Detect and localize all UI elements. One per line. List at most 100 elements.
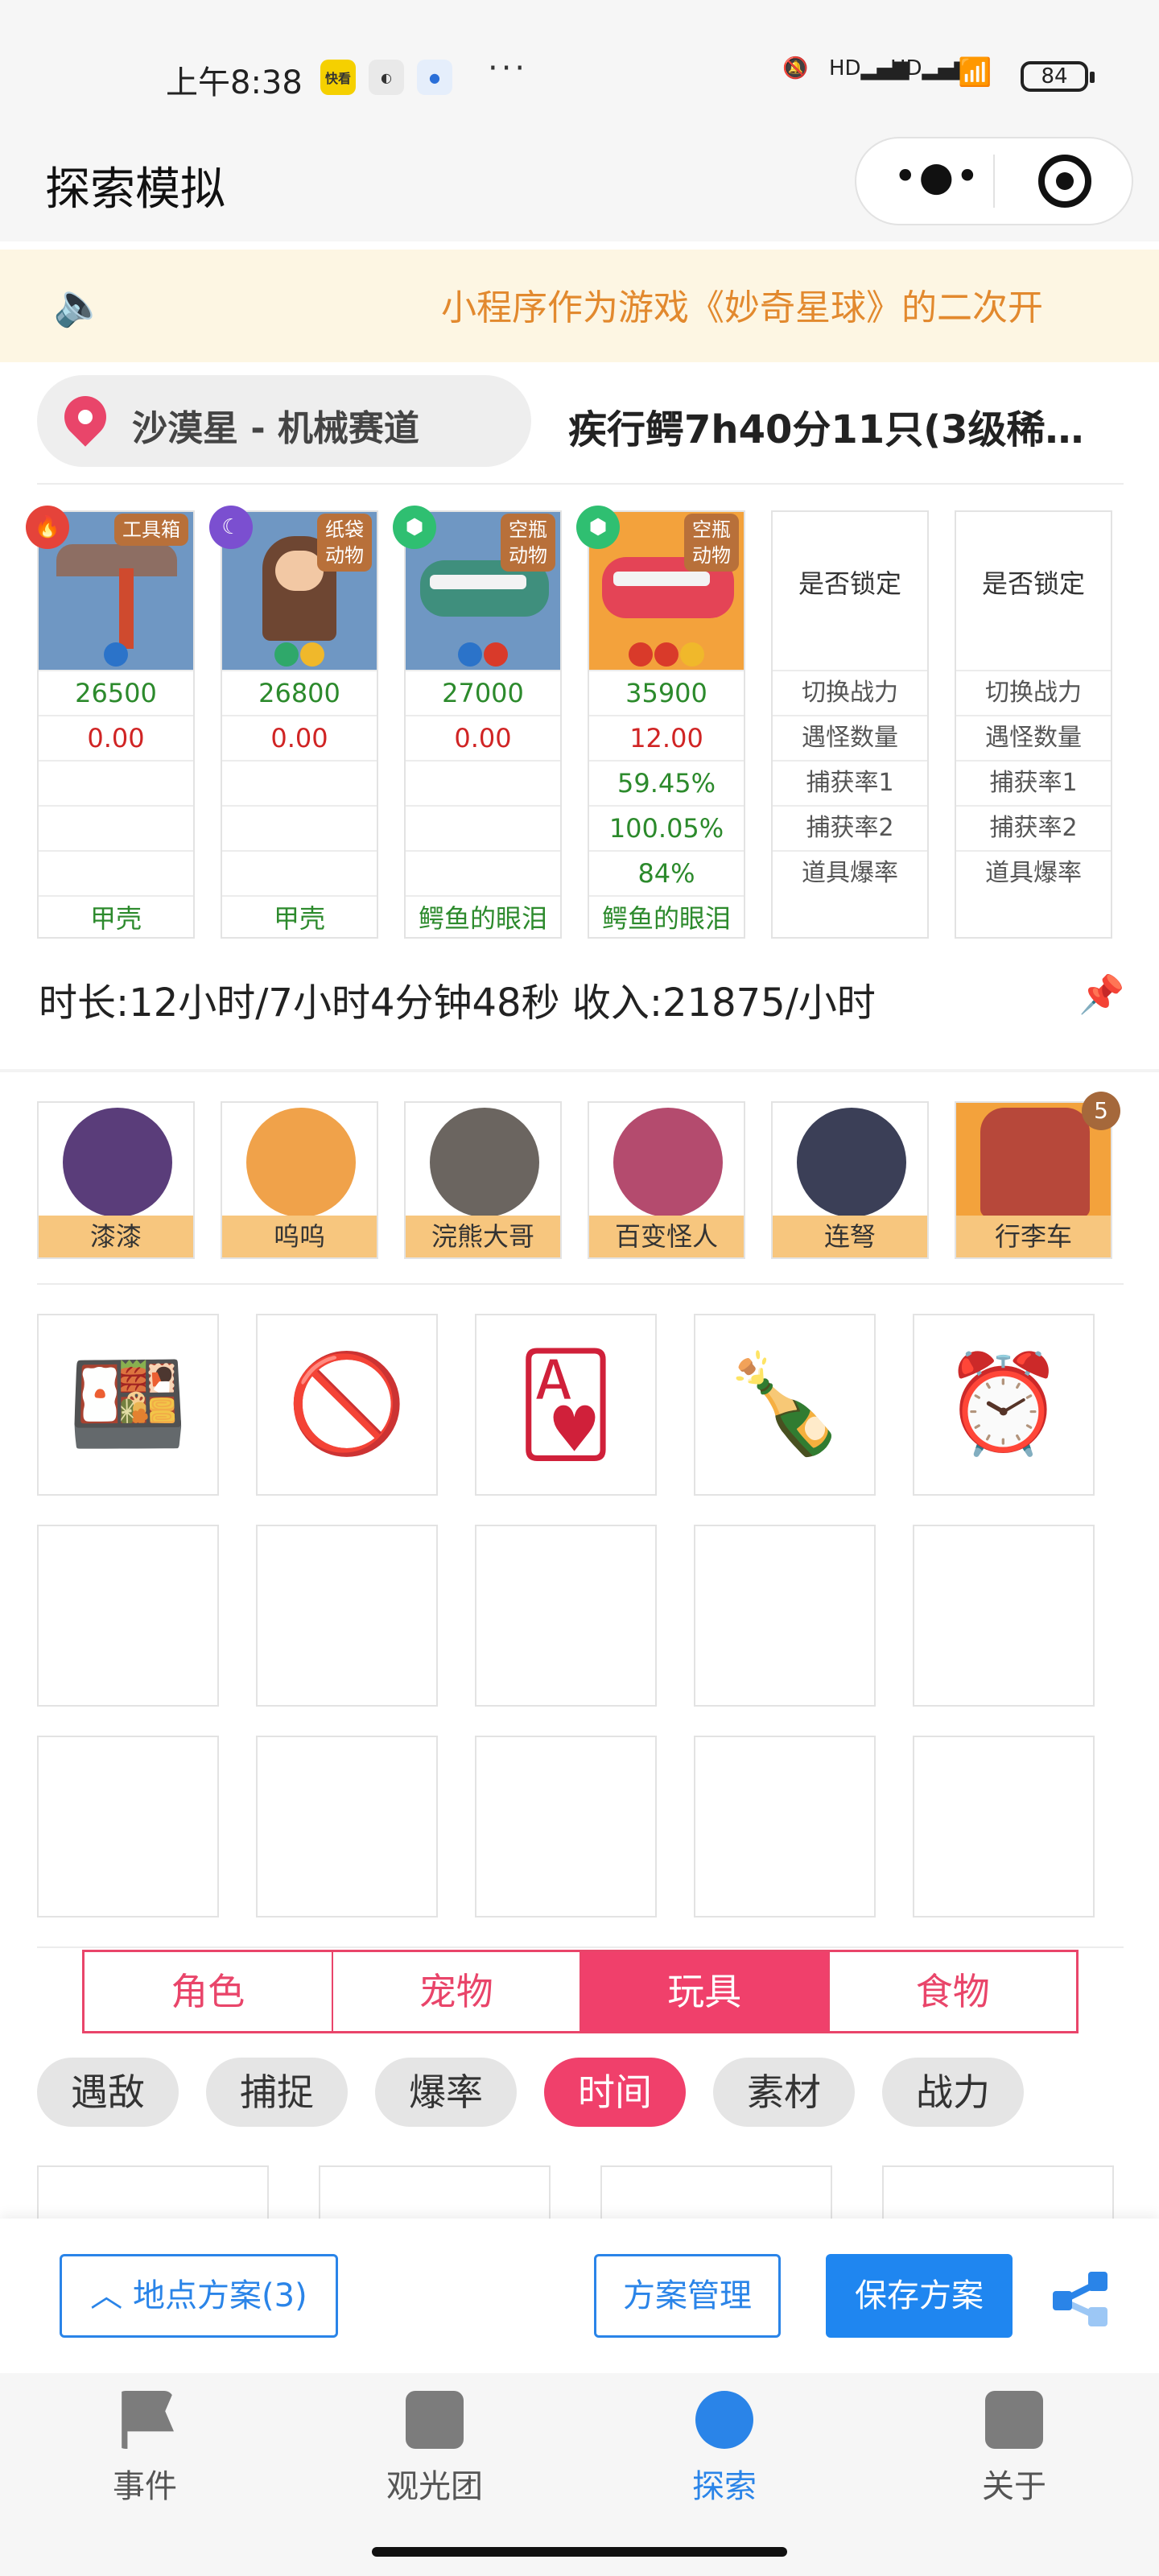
- filter-chip-drop[interactable]: 爆率: [375, 2058, 517, 2127]
- nav-events[interactable]: 事件: [64, 2391, 225, 2507]
- list-icon: [985, 2391, 1043, 2449]
- equipment-slot[interactable]: 🔥 工具箱 26500 0.00 甲壳: [26, 506, 195, 940]
- character-card[interactable]: 漆漆: [37, 1101, 195, 1259]
- item-slot-empty[interactable]: [913, 1525, 1095, 1707]
- divider: [0, 1069, 1159, 1072]
- lock-option[interactable]: 捕获率1: [773, 760, 927, 805]
- location-name[interactable]: 沙漠星 - 机械赛道: [132, 399, 419, 451]
- tab-pet[interactable]: 宠物: [333, 1952, 581, 2031]
- speaker-icon: 🔈: [53, 281, 105, 329]
- character-avatar: [430, 1108, 539, 1217]
- item-slot-empty[interactable]: [913, 1736, 1095, 1918]
- filter-chip-time[interactable]: 时间: [544, 2058, 686, 2127]
- filter-chip-material[interactable]: 素材: [713, 2058, 855, 2127]
- filter-chip-capture[interactable]: 捕捉: [206, 2058, 348, 2127]
- gem-icon: [274, 642, 299, 667]
- slot-rate1: 59.45%: [589, 760, 744, 805]
- character-name: 连弩: [773, 1216, 927, 1257]
- calculator-icon: [406, 2391, 464, 2449]
- item-slot-empty[interactable]: [37, 1525, 219, 1707]
- character-avatar: [246, 1108, 356, 1217]
- notice-text: 小程序作为游戏《妙奇星球》的二次开: [441, 287, 1043, 328]
- character-card[interactable]: 百变怪人: [588, 1101, 745, 1259]
- item-slot-empty[interactable]: [475, 1736, 657, 1918]
- slot-drop: [39, 850, 193, 895]
- item-slot[interactable]: 🂱: [475, 1314, 657, 1496]
- gem-icon: [458, 642, 482, 667]
- filter-chip-encounter[interactable]: 遇敌: [37, 2058, 179, 2127]
- flag-icon: [122, 2391, 174, 2449]
- item-slot[interactable]: 🚫: [256, 1314, 438, 1496]
- slot-material: 鳄鱼的眼泪: [406, 895, 560, 940]
- food-box-icon: 🍱: [68, 1348, 188, 1460]
- character-name: 呜呜: [222, 1216, 377, 1257]
- gem-row: [222, 642, 377, 671]
- nav-label: 关于: [982, 2468, 1046, 2505]
- more-options-icon[interactable]: •●•: [893, 153, 981, 200]
- item-slot-empty[interactable]: [256, 1525, 438, 1707]
- equipment-slot[interactable]: ⬢ 空瓶 动物 27000 0.00 鳄鱼的眼泪: [393, 506, 562, 940]
- pin-icon[interactable]: 📌: [1079, 972, 1124, 1016]
- slot-tag: 纸袋 动物: [317, 514, 372, 572]
- lock-option[interactable]: 道具爆率: [773, 850, 927, 895]
- nav-explore[interactable]: 探索: [644, 2391, 805, 2507]
- lock-option[interactable]: 捕获率2: [956, 805, 1111, 850]
- tab-toy[interactable]: 玩具: [581, 1952, 830, 2031]
- lock-column[interactable]: 是否锁定 切换战力 遇怪数量 捕获率1 捕获率2 道具爆率: [955, 510, 1112, 939]
- slot-rate1: [222, 760, 377, 805]
- close-miniprogram-icon[interactable]: [1038, 155, 1091, 208]
- plan-location-button[interactable]: ︿ 地点方案(3): [60, 2254, 338, 2338]
- nav-label: 观光团: [386, 2468, 483, 2505]
- slot-rate2: 100.05%: [589, 805, 744, 850]
- lock-title[interactable]: 是否锁定: [773, 564, 927, 601]
- item-slot[interactable]: ⏰: [913, 1314, 1095, 1496]
- tab-food[interactable]: 食物: [830, 1952, 1077, 2031]
- app-notification-icon: ●: [417, 60, 452, 95]
- item-slot-empty[interactable]: [694, 1736, 876, 1918]
- character-name: 浣熊大哥: [406, 1216, 560, 1257]
- lock-option[interactable]: 捕获率1: [956, 760, 1111, 805]
- item-slot[interactable]: 🍱: [37, 1314, 219, 1496]
- lock-option[interactable]: 道具爆率: [956, 850, 1111, 895]
- character-card[interactable]: 呜呜: [221, 1101, 378, 1259]
- character-card[interactable]: 连弩: [771, 1101, 929, 1259]
- equipment-slot[interactable]: ⬢ 空瓶 动物 35900 12.00 59.45% 100.05% 84% 鳄…: [576, 506, 745, 939]
- item-slot-empty[interactable]: [37, 1736, 219, 1918]
- slot-power: 26800: [222, 670, 377, 715]
- share-icon[interactable]: [1046, 2264, 1114, 2331]
- chevron-up-icon: ︿: [90, 2277, 134, 2314]
- lock-option[interactable]: 遇怪数量: [773, 715, 927, 760]
- lock-option[interactable]: 切换战力: [956, 670, 1111, 715]
- item-slot-empty[interactable]: [475, 1525, 657, 1707]
- alarm-clock-icon: ⏰: [943, 1348, 1064, 1460]
- character-card[interactable]: 浣熊大哥: [404, 1101, 562, 1259]
- item-slot-empty[interactable]: [694, 1525, 876, 1707]
- character-avatar: [63, 1108, 172, 1217]
- lock-column[interactable]: 是否锁定 切换战力 遇怪数量 捕获率1 捕获率2 道具爆率: [771, 510, 929, 939]
- item-slot-empty[interactable]: [256, 1736, 438, 1918]
- character-count-badge: 5: [1082, 1092, 1120, 1130]
- slot-material: 甲壳: [39, 895, 193, 940]
- slot-power: 26500: [39, 670, 193, 715]
- lock-title[interactable]: 是否锁定: [956, 564, 1111, 601]
- tab-role[interactable]: 角色: [85, 1952, 333, 2031]
- plan-manage-button[interactable]: 方案管理: [594, 2254, 781, 2338]
- more-notifications-icon: ···: [488, 50, 529, 87]
- nav-tour[interactable]: 观光团: [354, 2391, 515, 2507]
- gem-icon: [484, 642, 508, 667]
- slot-rate2: [39, 805, 193, 850]
- duration-income: 时长:12小时/7小时4分钟48秒 收入:21875/小时: [39, 980, 876, 1026]
- save-plan-button[interactable]: 保存方案: [826, 2254, 1013, 2338]
- lock-option[interactable]: 捕获率2: [773, 805, 927, 850]
- nav-label: 探索: [692, 2468, 757, 2505]
- lock-option[interactable]: 遇怪数量: [956, 715, 1111, 760]
- category-tabs: 角色 宠物 玩具 食物: [82, 1950, 1079, 2033]
- lock-option[interactable]: 切换战力: [773, 670, 927, 715]
- home-indicator: [372, 2547, 787, 2557]
- equipment-slot[interactable]: ☾ 纸袋 动物 26800 0.00 甲壳: [209, 506, 378, 939]
- nav-about[interactable]: 关于: [934, 2391, 1095, 2507]
- slot-count: 0.00: [222, 715, 377, 760]
- mute-icon: 🔕: [782, 56, 809, 80]
- item-slot[interactable]: 🍾: [694, 1314, 876, 1496]
- filter-chip-power[interactable]: 战力: [882, 2058, 1024, 2127]
